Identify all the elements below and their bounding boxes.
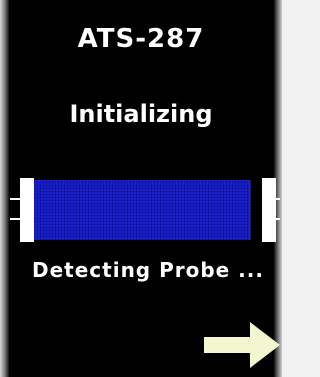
device-model-title: ATS-287: [77, 24, 205, 54]
progress-rail-right-top: [276, 198, 280, 200]
progress-rail-right-bottom: [276, 218, 280, 220]
progress-left-cap: [20, 178, 34, 242]
progress-right-cap: [262, 178, 276, 242]
probe-detection-message: Detecting Probe ...: [32, 258, 264, 282]
progress-fill: [34, 180, 251, 240]
next-button[interactable]: [204, 322, 280, 368]
screen-bezel-left: [0, 0, 9, 377]
progress-rail-left-top: [10, 198, 20, 200]
arrow-right-icon: [204, 322, 280, 368]
initialization-progress-bar: [10, 178, 280, 242]
progress-rail-left-bottom: [10, 218, 20, 220]
status-heading: Initializing: [69, 100, 213, 128]
device-screen: ATS-287 Initializing Detecting Probe ...: [0, 0, 282, 377]
